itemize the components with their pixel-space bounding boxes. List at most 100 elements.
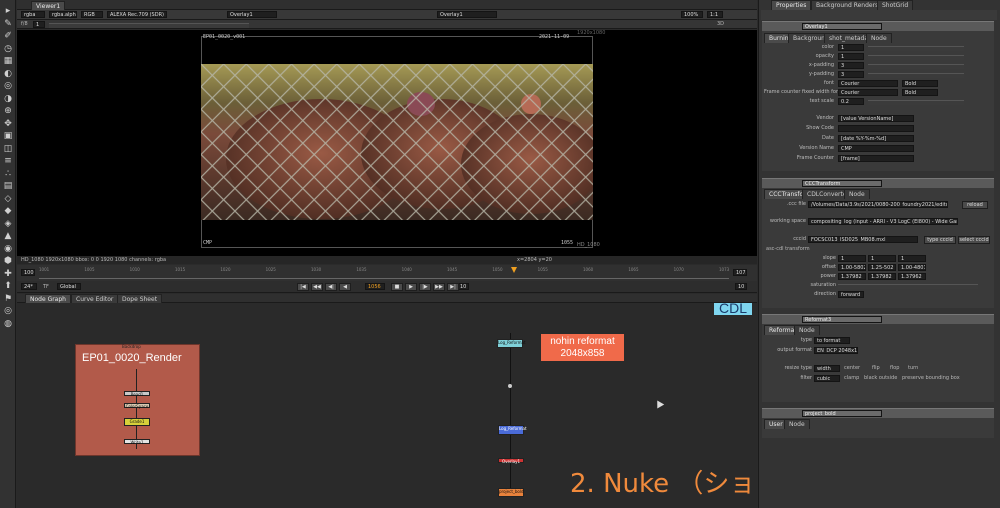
overlay-param-field[interactable]: 3 <box>838 62 864 69</box>
play-backward-button[interactable]: ◀ <box>339 283 351 291</box>
cdl-sticky-note[interactable]: CDL <box>714 303 752 315</box>
node-log-reformat-1[interactable]: Log_Reformat <box>497 339 526 348</box>
merge-icon[interactable]: ⊕ <box>3 106 13 116</box>
gain-field[interactable]: 1 <box>33 21 45 28</box>
tab-properties[interactable]: Properties <box>771 0 812 10</box>
global-select[interactable]: Global <box>57 283 81 290</box>
select-cccid-button[interactable]: select cccid <box>958 236 990 244</box>
frame-field[interactable]: 1056 <box>365 283 385 290</box>
tab-background-renders[interactable]: Background Renders <box>811 0 884 10</box>
overlay-param-slider[interactable] <box>868 55 964 60</box>
reload-button[interactable]: reload <box>962 201 988 209</box>
timeline-end-field[interactable]: 1073 <box>733 269 747 276</box>
views-icon[interactable]: ◫ <box>3 144 13 154</box>
working-space-select[interactable]: compositing_log (input - ARRI - V3 LogC … <box>808 218 958 225</box>
overlay-param-field[interactable]: Courier <box>838 89 898 96</box>
channels-select[interactable]: rgba <box>21 11 45 18</box>
cccid-field[interactable]: FOCSC013_ISD025_MB08.mxl <box>808 236 918 243</box>
gizmo-icon[interactable]: ▲ <box>3 231 13 241</box>
overlay-text-field[interactable]: [frame] <box>838 155 914 162</box>
misc-icon[interactable]: ✚ <box>3 269 13 279</box>
overlay-name-field[interactable]: Overlay1 <box>802 23 882 30</box>
step-field[interactable]: 10 <box>735 283 747 290</box>
mode-label[interactable]: 3D <box>717 21 724 27</box>
alpha-select[interactable]: rgba.alpha <box>49 11 77 18</box>
colorspace-select[interactable]: RGB <box>81 11 103 18</box>
slope-r[interactable]: 1 <box>838 255 866 262</box>
draw-icon[interactable]: ✐ <box>3 31 13 41</box>
overlay-param-slider[interactable] <box>868 64 964 69</box>
clamp-checkbox[interactable]: clamp <box>844 375 859 381</box>
ccc-file-field[interactable]: /Volumes/Data/3.9s/2021/0080-200_foundry… <box>808 201 948 208</box>
tab-node[interactable]: Node <box>866 33 892 43</box>
black-outside-checkbox[interactable]: black outside <box>864 375 897 381</box>
timeline[interactable]: 1001 1001 1005 1010 1015 1020 1025 1030 1035 104… <box>17 265 757 281</box>
keyer-icon[interactable]: ◑ <box>3 94 13 104</box>
reformat-name-field[interactable]: Reformat3 <box>802 316 882 323</box>
center-checkbox[interactable]: center <box>844 365 860 371</box>
backdrop-node[interactable]: Backdrop EP01_0020_Render Read1 ColorSpa… <box>75 344 200 456</box>
flag-icon[interactable]: ⚑ <box>3 294 13 304</box>
overlay-param-slider[interactable] <box>868 100 964 105</box>
tab-project-bold-node[interactable]: Node <box>784 419 810 429</box>
upload-icon[interactable]: ⬆ <box>3 281 13 291</box>
gain-slider[interactable] <box>49 23 249 28</box>
lut-select[interactable]: ALEXA Rec.709 (SDR) <box>107 11 167 18</box>
tab-shotgrid[interactable]: ShotGrid <box>877 0 914 10</box>
timeline-start-field[interactable]: 1001 <box>21 269 35 276</box>
target-icon[interactable]: ◎ <box>3 306 13 316</box>
turn-checkbox[interactable]: turn <box>908 365 918 371</box>
input-b-select[interactable]: Overlay1 <box>437 11 497 18</box>
tf-label[interactable]: TF <box>43 284 49 290</box>
first-frame-button[interactable]: |◀ <box>297 283 309 291</box>
stop-button[interactable]: ■ <box>391 283 403 291</box>
flop-checkbox[interactable]: flop <box>890 365 899 371</box>
timeline-ruler[interactable]: 1001 1005 1010 1015 1020 1025 1030 1035 1040 1045… <box>39 267 729 279</box>
overlay-param-style[interactable]: Bold <box>902 80 938 87</box>
paint-icon[interactable]: ✎ <box>3 19 13 29</box>
fps-field[interactable]: 24* <box>21 283 37 290</box>
node-read[interactable]: Read1 <box>124 391 150 397</box>
node-overlay[interactable]: Overlay1 <box>498 458 524 464</box>
overlay-param-field[interactable]: 1 <box>838 53 864 60</box>
overlay-param-slider[interactable] <box>868 46 964 51</box>
project-bold-name-field[interactable]: project_bold <box>802 410 882 417</box>
type-cccid-button[interactable]: type cccid <box>924 236 956 244</box>
overlay-param-style[interactable]: Bold <box>902 89 938 96</box>
ccc-name-field[interactable]: CCCTransform <box>802 180 882 187</box>
node-log-reformat-2[interactable]: Log_Reformat <box>498 425 527 435</box>
particles-icon[interactable]: ∴ <box>3 169 13 179</box>
overlay-param-field[interactable]: Courier <box>838 80 898 87</box>
input-a-select[interactable]: Overlay1 <box>227 11 277 18</box>
cara-icon[interactable]: ◉ <box>3 244 13 254</box>
3d-icon[interactable]: ▣ <box>3 131 13 141</box>
ofx-icon[interactable]: ◈ <box>3 219 13 229</box>
next-keyframe-button[interactable]: |▶ <box>419 283 431 291</box>
last-frame-button[interactable]: ▶| <box>447 283 459 291</box>
node-project-bold[interactable]: project_bold <box>498 488 524 497</box>
prev-keyframe-button[interactable]: ◀| <box>325 283 337 291</box>
ratio-select[interactable]: 1:1 <box>707 11 723 18</box>
preserve-bbox-checkbox[interactable]: preserve bounding box <box>902 375 960 381</box>
slope-g[interactable]: 1 <box>868 255 896 262</box>
flip-checkbox[interactable]: flip <box>872 365 880 371</box>
offset-g[interactable]: 1.25-502 <box>868 264 896 271</box>
overlay-param-field[interactable]: 3 <box>838 71 864 78</box>
offset-b[interactable]: 1.00-4801 <box>898 264 926 271</box>
type-select[interactable]: to format <box>814 337 850 344</box>
overlay-text-field[interactable]: [date %Y-%m-%d] <box>838 135 914 142</box>
color-icon[interactable]: ◐ <box>3 69 13 79</box>
zoom-select[interactable]: 100% <box>681 11 703 18</box>
filter-select[interactable]: cubic <box>814 375 840 382</box>
node-grade[interactable]: Grade1 <box>124 418 150 426</box>
tab-ccc-node[interactable]: Node <box>844 189 870 199</box>
play-forward-button[interactable]: ▶ <box>405 283 417 291</box>
overlay-text-field[interactable] <box>838 125 914 132</box>
overlay-param-field[interactable]: 1 <box>838 44 864 51</box>
offset-r[interactable]: 1.00-5802 <box>838 264 866 271</box>
node-write[interactable]: Write1 <box>124 439 150 445</box>
transform-icon[interactable]: ✥ <box>3 119 13 129</box>
node-colorspace[interactable]: ColorSpace <box>124 403 150 409</box>
rewind-button[interactable]: ◀◀ <box>311 283 323 291</box>
output-format-select[interactable]: EN_DCP 2048x1080 ... <box>814 347 858 354</box>
